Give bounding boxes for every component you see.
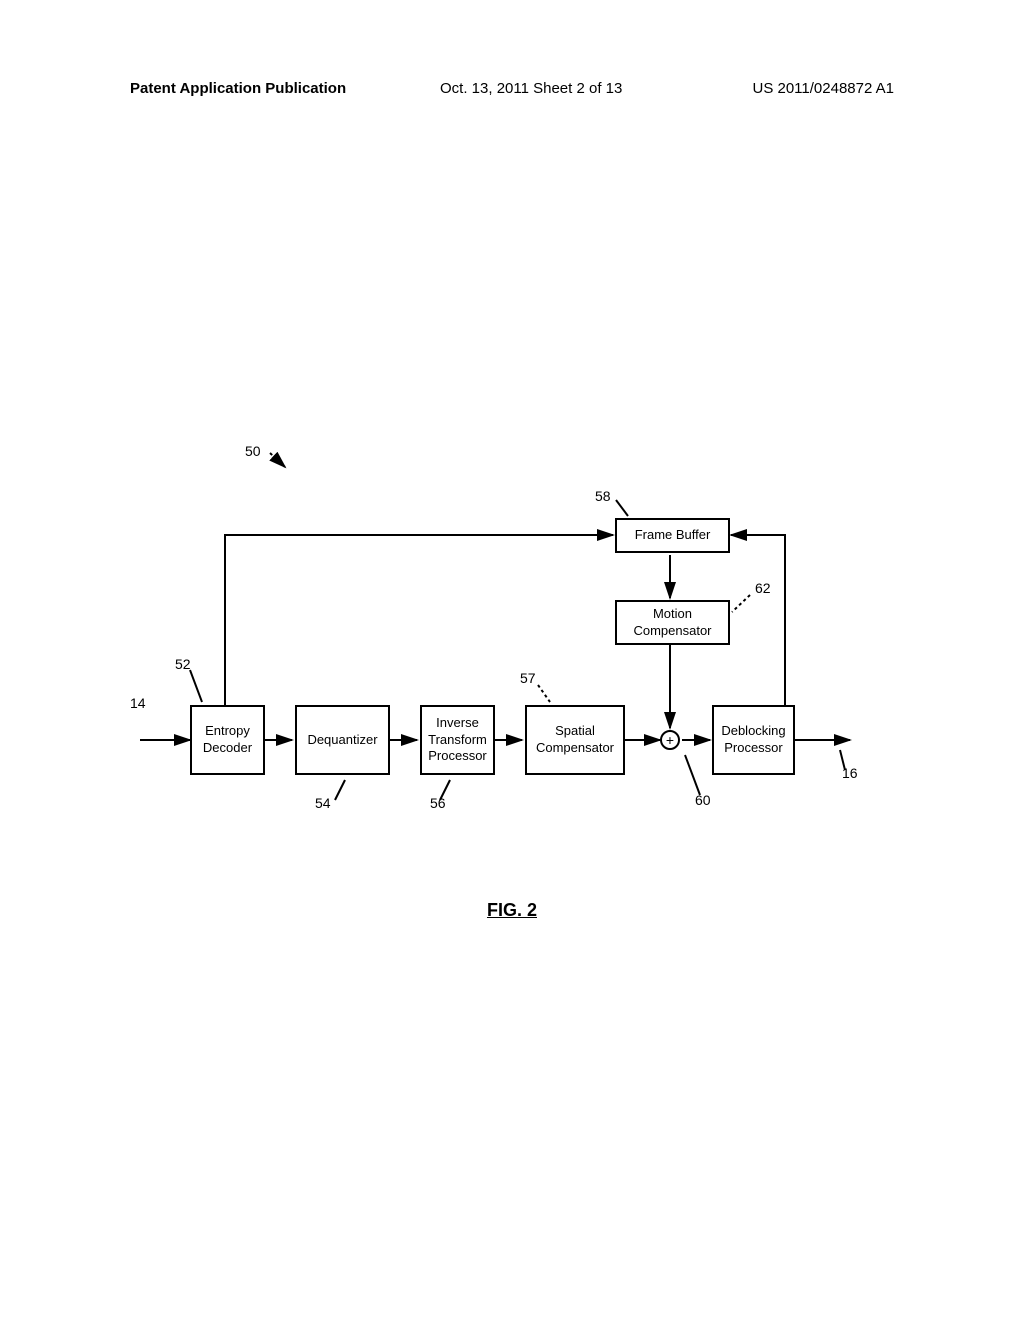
figure-label-text: FIG. 2 — [487, 900, 537, 920]
inverse-transform-label: Inverse Transform Processor — [428, 715, 487, 766]
ref-57: 57 — [520, 670, 536, 686]
figure-label: FIG. 2 — [0, 900, 1024, 921]
ref-16: 16 — [842, 765, 858, 781]
dequantizer-block: Dequantizer — [295, 705, 390, 775]
ref-54: 54 — [315, 795, 331, 811]
diagram-arrows — [130, 440, 890, 860]
dequantizer-label: Dequantizer — [307, 732, 377, 749]
motion-compensator-block: Motion Compensator — [615, 600, 730, 645]
frame-buffer-label: Frame Buffer — [635, 527, 711, 544]
ref-60: 60 — [695, 792, 711, 808]
entropy-decoder-label: Entropy Decoder — [203, 723, 252, 757]
header-date-sheet: Oct. 13, 2011 Sheet 2 of 13 — [440, 80, 622, 97]
motion-compensator-label: Motion Compensator — [633, 606, 711, 640]
ref-56: 56 — [430, 795, 446, 811]
spatial-compensator-block: Spatial Compensator — [525, 705, 625, 775]
deblocking-processor-label: Deblocking Processor — [721, 723, 785, 757]
deblocking-processor-block: Deblocking Processor — [712, 705, 795, 775]
frame-buffer-block: Frame Buffer — [615, 518, 730, 553]
entropy-decoder-block: Entropy Decoder — [190, 705, 265, 775]
adder-icon: + — [660, 730, 680, 750]
header-publication: Patent Application Publication — [130, 80, 346, 97]
spatial-compensator-label: Spatial Compensator — [536, 723, 614, 757]
page-header: Patent Application Publication Oct. 13, … — [0, 80, 1024, 110]
ref-50: 50 — [245, 443, 261, 459]
ref-58: 58 — [595, 488, 611, 504]
ref-52: 52 — [175, 656, 191, 672]
inverse-transform-block: Inverse Transform Processor — [420, 705, 495, 775]
ref-62: 62 — [755, 580, 771, 596]
header-patent-number: US 2011/0248872 A1 — [752, 80, 894, 97]
ref-14: 14 — [130, 695, 146, 711]
decoder-diagram: 50 58 62 52 14 57 54 56 60 16 Entropy De… — [130, 440, 890, 860]
